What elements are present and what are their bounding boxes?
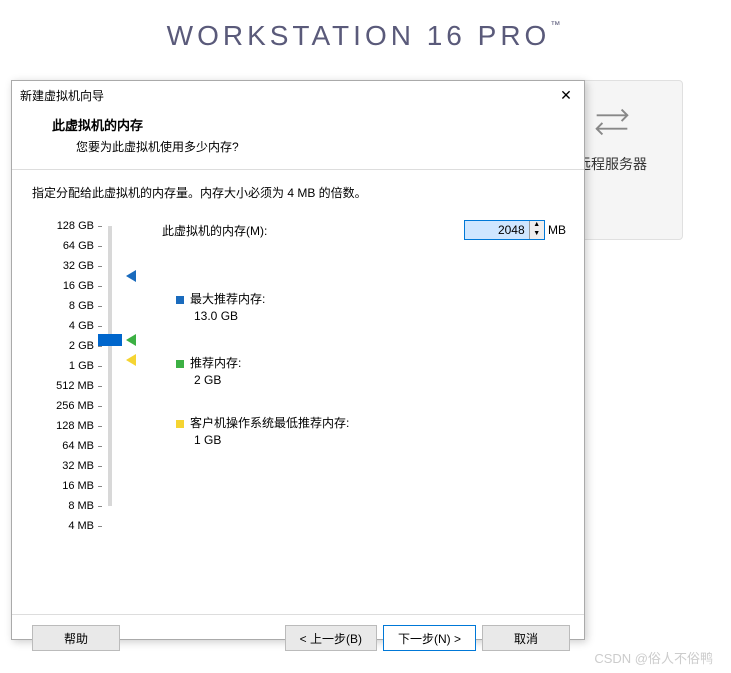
- spinner-up-icon[interactable]: ▲: [530, 221, 544, 230]
- memory-unit: MB: [548, 223, 566, 237]
- scale-tick: 1 GB: [32, 356, 102, 376]
- scale-tick: 128 GB: [32, 216, 102, 236]
- scale-tick: 8 GB: [32, 296, 102, 316]
- scale-tick: 128 MB: [32, 416, 102, 436]
- scale-tick: 512 MB: [32, 376, 102, 396]
- recommended-marker-icon: [126, 334, 136, 346]
- scale-tick: 64 MB: [32, 436, 102, 456]
- wizard-dialog: 新建虚拟机向导 ✕ 此虚拟机的内存 您要为此虚拟机使用多少内存? 指定分配给此虚…: [11, 80, 585, 640]
- close-icon[interactable]: ✕: [556, 86, 576, 106]
- scale-tick: 4 GB: [32, 316, 102, 336]
- scale-tick: 2 GB: [32, 336, 102, 356]
- slider-thumb[interactable]: [98, 334, 122, 346]
- min-marker-icon: [126, 354, 136, 366]
- cancel-button[interactable]: 取消: [482, 625, 570, 651]
- scale-tick: 256 MB: [32, 396, 102, 416]
- dialog-subheading: 您要为此虚拟机使用多少内存?: [52, 138, 564, 155]
- scale-tick: 32 MB: [32, 456, 102, 476]
- dialog-title: 新建虚拟机向导: [20, 81, 104, 111]
- help-button[interactable]: 帮助: [32, 625, 120, 651]
- legend-recommended: 推荐内存: 2 GB: [176, 354, 241, 387]
- watermark: CSDN @俗人不俗鸭: [594, 648, 713, 667]
- legend-min: 客户机操作系统最低推荐内存: 1 GB: [176, 414, 349, 447]
- back-button[interactable]: < 上一步(B): [285, 625, 377, 651]
- dialog-description: 指定分配给此虚拟机的内存量。内存大小必须为 4 MB 的倍数。: [32, 184, 564, 201]
- memory-spinner[interactable]: ▲ ▼: [464, 220, 545, 240]
- legend-max: 最大推荐内存: 13.0 GB: [176, 290, 265, 323]
- scale-tick: 16 GB: [32, 276, 102, 296]
- scale-tick: 64 GB: [32, 236, 102, 256]
- square-yellow-icon: [176, 420, 184, 428]
- scale-tick: 16 MB: [32, 476, 102, 496]
- scale-tick: 8 MB: [32, 496, 102, 516]
- memory-scale: 128 GB64 GB32 GB16 GB8 GB4 GB2 GB1 GB512…: [32, 216, 102, 536]
- max-marker-icon: [126, 270, 136, 282]
- spinner-down-icon[interactable]: ▼: [530, 230, 544, 239]
- transfer-icon: [589, 134, 635, 148]
- next-button[interactable]: 下一步(N) >: [383, 625, 476, 651]
- square-green-icon: [176, 360, 184, 368]
- memory-label: 此虚拟机的内存(M):: [162, 222, 464, 239]
- brand-title: WORKSTATION 16 PRO™: [0, 0, 731, 52]
- square-blue-icon: [176, 296, 184, 304]
- scale-tick: 4 MB: [32, 516, 102, 536]
- scale-tick: 32 GB: [32, 256, 102, 276]
- slider-rail[interactable]: [108, 226, 112, 506]
- memory-input[interactable]: [465, 221, 529, 239]
- dialog-heading: 此虚拟机的内存: [52, 115, 564, 134]
